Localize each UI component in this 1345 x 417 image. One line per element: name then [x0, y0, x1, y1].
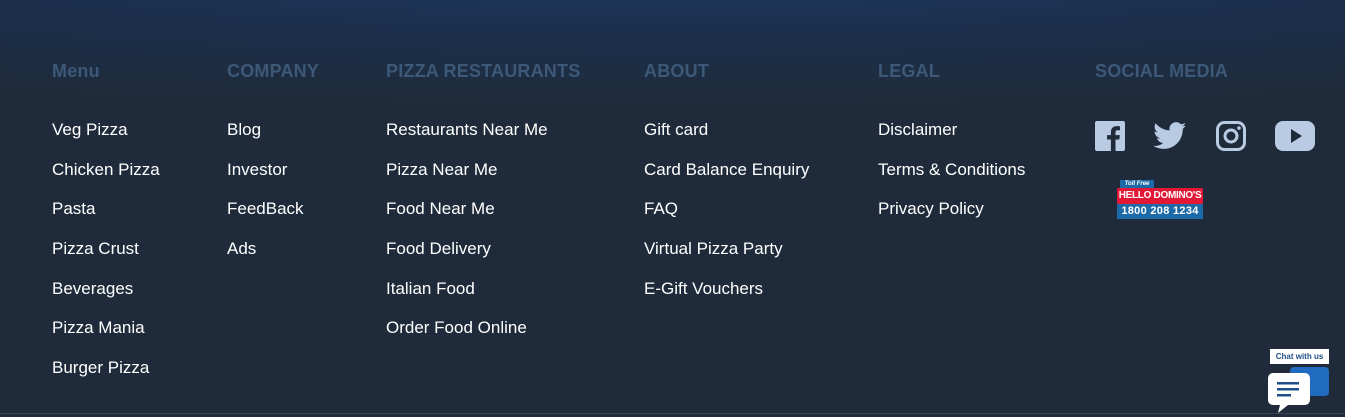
site-footer: Menu Veg Pizza Chicken Pizza Pasta Pizza… — [0, 0, 1345, 417]
footer-link-investor[interactable]: Investor — [227, 159, 304, 199]
footer-column-pizza-restaurants: PIZZA RESTAURANTS Restaurants Near Me Pi… — [386, 60, 581, 337]
youtube-icon[interactable] — [1275, 121, 1315, 156]
link-list: Restaurants Near Me Pizza Near Me Food N… — [386, 119, 548, 357]
footer-column-about: ABOUT Gift card Card Balance Enquiry FAQ… — [644, 60, 809, 298]
footer-link-disclaimer[interactable]: Disclaimer — [878, 119, 1025, 159]
footer-link-beverages[interactable]: Beverages — [52, 278, 160, 318]
footer-link-food-delivery[interactable]: Food Delivery — [386, 238, 548, 278]
footer-link-terms-conditions[interactable]: Terms & Conditions — [878, 159, 1025, 199]
link-list: Gift card Card Balance Enquiry FAQ Virtu… — [644, 119, 809, 317]
column-heading: ABOUT — [644, 61, 709, 81]
social-icons — [1095, 120, 1343, 157]
chat-widget-button[interactable]: Chat with us — [1268, 349, 1330, 413]
column-heading: Menu — [52, 61, 100, 81]
footer-link-chicken-pizza[interactable]: Chicken Pizza — [52, 159, 160, 199]
link-list: Disclaimer Terms & Conditions Privacy Po… — [878, 119, 1025, 238]
facebook-icon[interactable] — [1095, 121, 1125, 156]
footer-link-pasta[interactable]: Pasta — [52, 198, 160, 238]
column-heading: LEGAL — [878, 61, 940, 81]
footer-link-italian-food[interactable]: Italian Food — [386, 278, 548, 318]
footer-link-privacy-policy[interactable]: Privacy Policy — [878, 198, 1025, 238]
column-heading: PIZZA RESTAURANTS — [386, 61, 581, 81]
footer-link-blog[interactable]: Blog — [227, 119, 304, 159]
footer-column-social-media: SOCIAL MEDIA Toll Free HELLO DOMINO'S 18… — [1095, 60, 1315, 219]
footer-link-pizza-crust[interactable]: Pizza Crust — [52, 238, 160, 278]
footer-link-ads[interactable]: Ads — [227, 238, 304, 278]
footer-link-pizza-mania[interactable]: Pizza Mania — [52, 317, 160, 357]
footer-link-feedback[interactable]: FeedBack — [227, 198, 304, 238]
footer-link-order-food-online[interactable]: Order Food Online — [386, 317, 548, 357]
link-list: Veg Pizza Chicken Pizza Pasta Pizza Crus… — [52, 119, 160, 397]
hello-dominos-helpline[interactable]: Toll Free HELLO DOMINO'S 1800 208 1234 — [1117, 180, 1203, 220]
footer-column-legal: LEGAL Disclaimer Terms & Conditions Priv… — [878, 60, 1025, 218]
twitter-icon[interactable] — [1153, 122, 1187, 155]
footer-column-company: COMPANY Blog Investor FeedBack Ads — [227, 60, 320, 258]
chat-label: Chat with us — [1270, 349, 1329, 364]
hello-dominos-label: HELLO DOMINO'S — [1117, 188, 1203, 204]
footer-link-veg-pizza[interactable]: Veg Pizza — [52, 119, 160, 159]
column-heading: SOCIAL MEDIA — [1095, 61, 1229, 81]
footer-link-food-near-me[interactable]: Food Near Me — [386, 198, 548, 238]
footer-link-gift-card[interactable]: Gift card — [644, 119, 809, 159]
footer-link-e-gift-vouchers[interactable]: E-Gift Vouchers — [644, 278, 809, 318]
footer-divider — [0, 413, 1345, 414]
footer-link-pizza-near-me[interactable]: Pizza Near Me — [386, 159, 548, 199]
link-list: Blog Investor FeedBack Ads — [227, 119, 304, 278]
chat-icon — [1268, 373, 1310, 413]
footer-link-burger-pizza[interactable]: Burger Pizza — [52, 357, 160, 397]
helpline-number: 1800 208 1234 — [1117, 204, 1203, 219]
footer-column-menu: Menu Veg Pizza Chicken Pizza Pasta Pizza… — [52, 60, 160, 377]
column-heading: COMPANY — [227, 61, 320, 81]
instagram-icon[interactable] — [1215, 120, 1247, 157]
footer-link-faq[interactable]: FAQ — [644, 198, 809, 238]
footer-link-restaurants-near-me[interactable]: Restaurants Near Me — [386, 119, 548, 159]
footer-link-card-balance-enquiry[interactable]: Card Balance Enquiry — [644, 159, 809, 199]
footer-link-virtual-pizza-party[interactable]: Virtual Pizza Party — [644, 238, 809, 278]
